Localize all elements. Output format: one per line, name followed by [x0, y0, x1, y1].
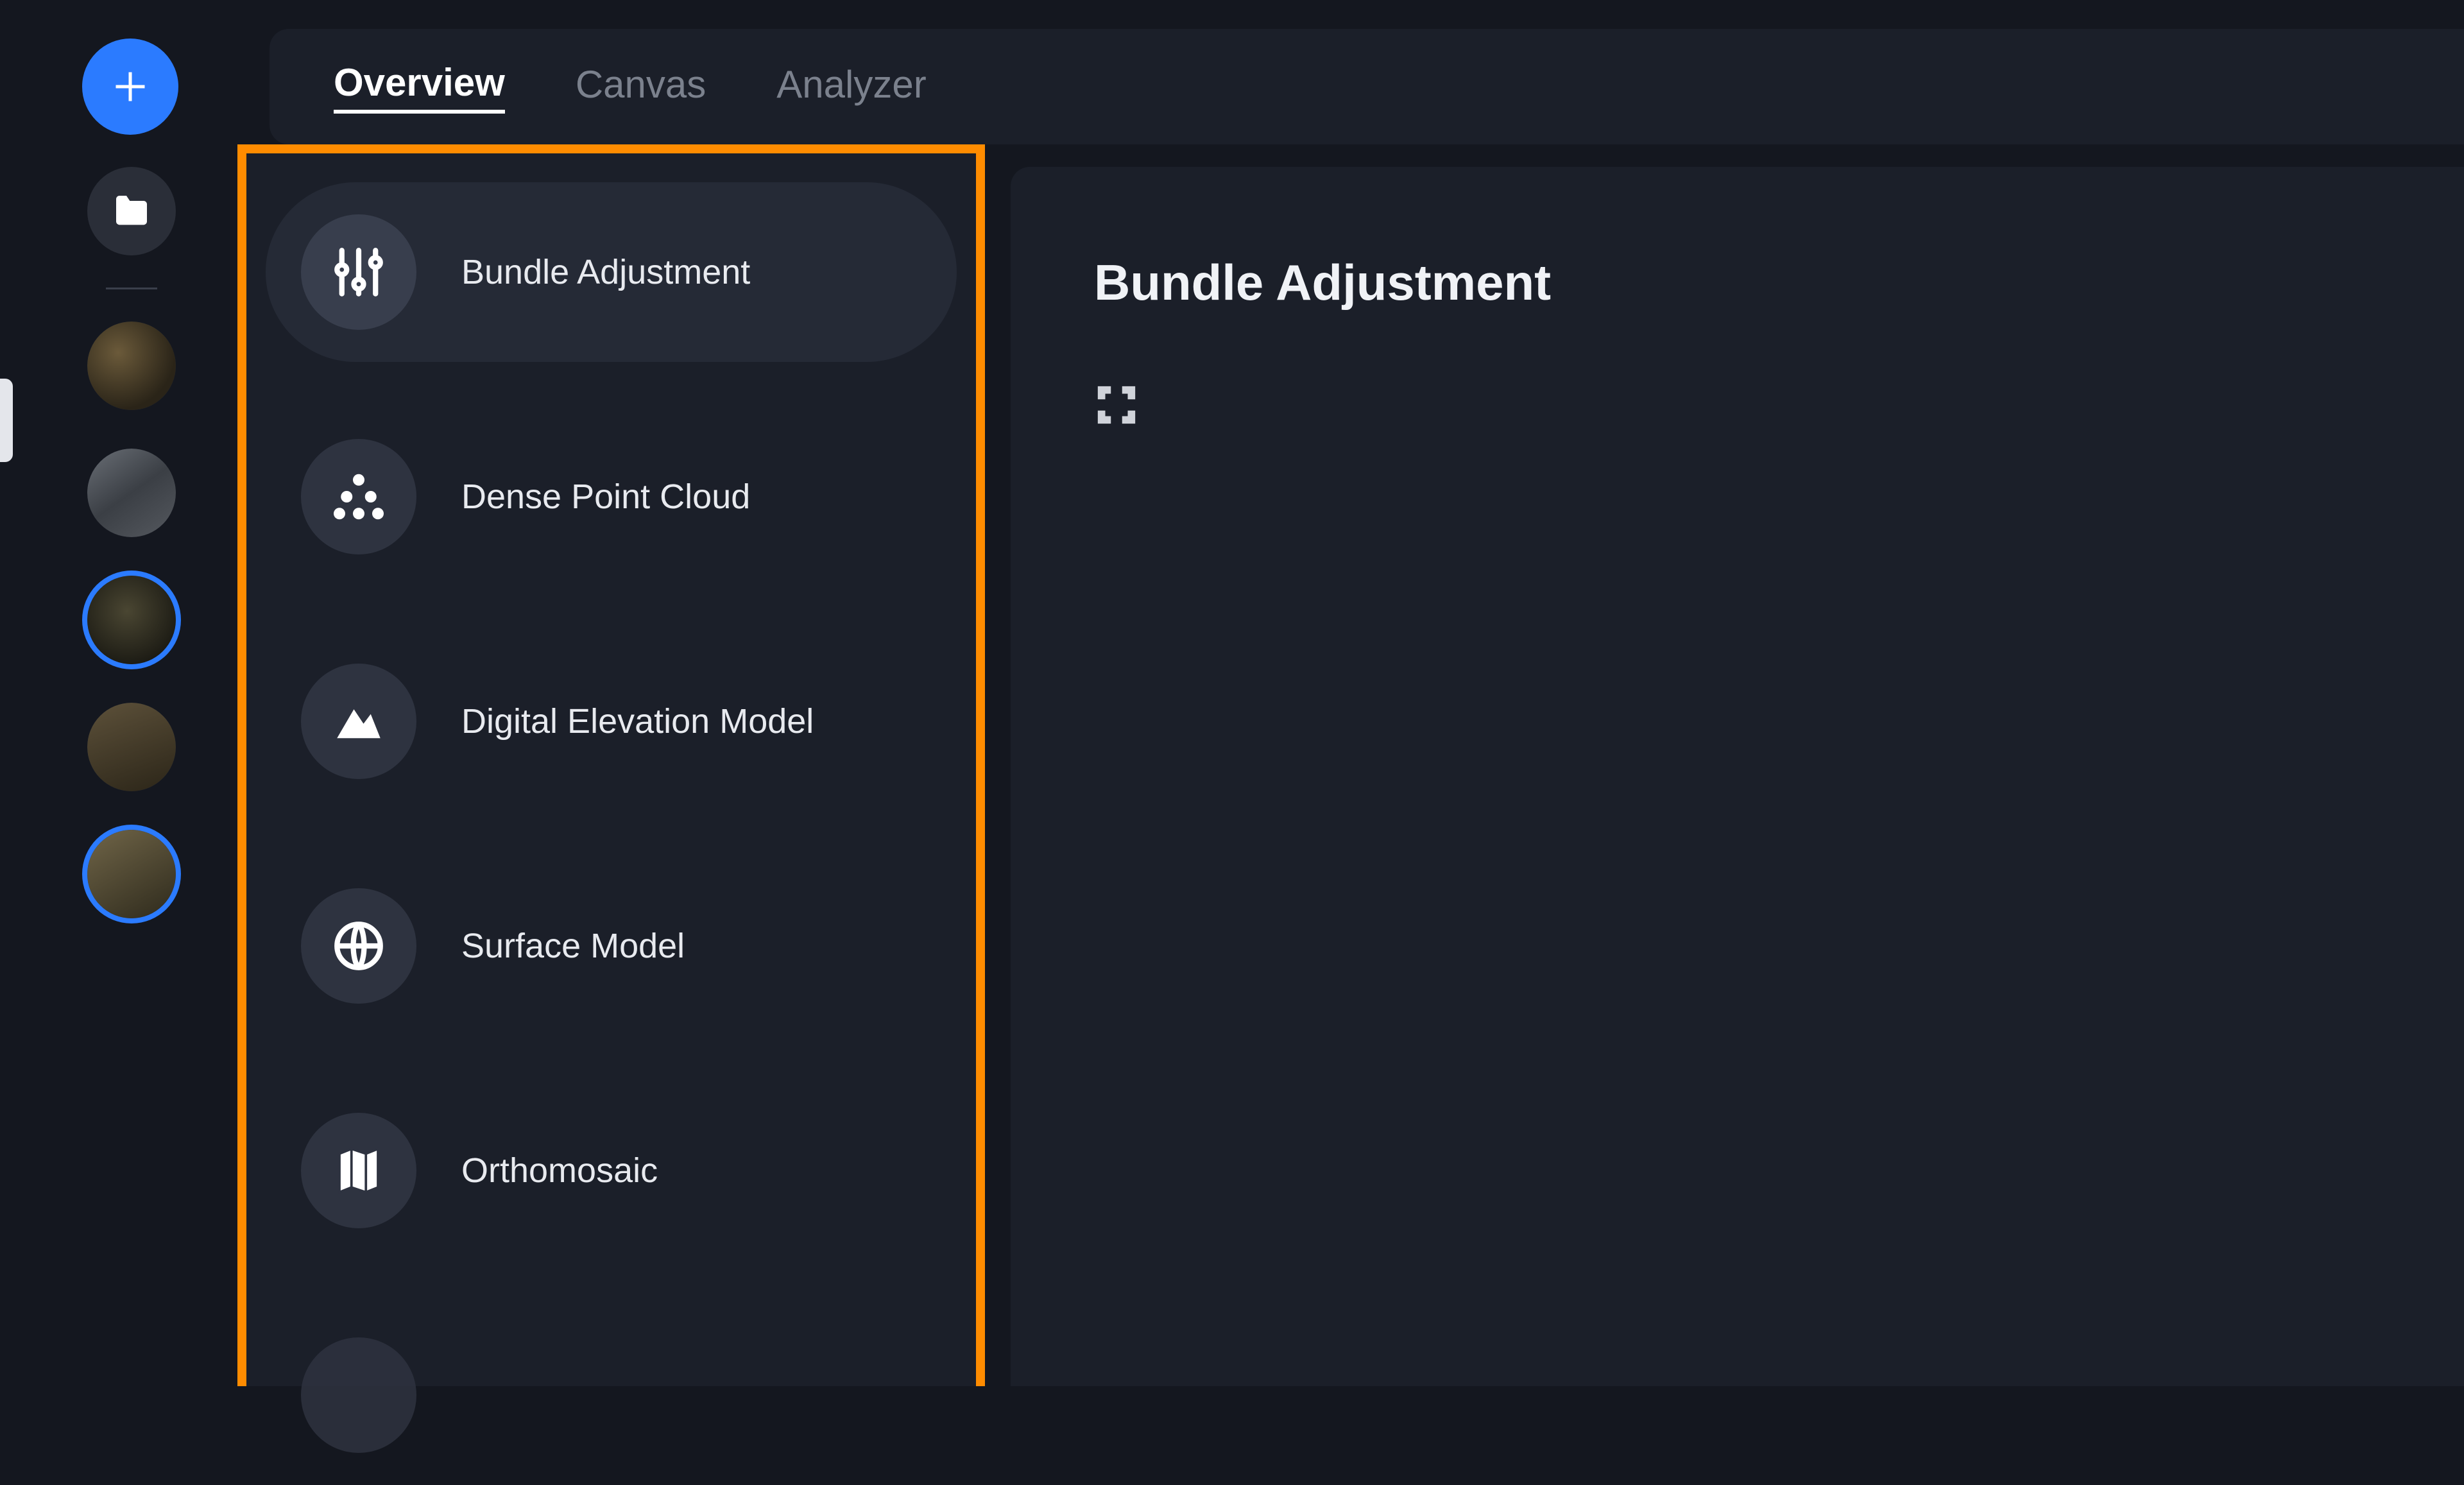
- map-icon: [301, 1113, 416, 1228]
- globe-icon: [301, 888, 416, 1004]
- thumbnail-image: [87, 322, 176, 410]
- project-thumb-3[interactable]: [87, 576, 176, 664]
- step-label: Digital Elevation Model: [461, 701, 814, 741]
- processing-steps-panel: Bundle Adjustment Dense Point Cloud Digi…: [237, 144, 985, 1386]
- rail-folder[interactable]: [87, 167, 176, 255]
- project-thumb-1[interactable]: [87, 322, 176, 410]
- step-label: Bundle Adjustment: [461, 252, 750, 292]
- main-content: Bundle Adjustment: [1011, 167, 2464, 1386]
- step-label: Orthomosaic: [461, 1151, 658, 1190]
- step-label: Dense Point Cloud: [461, 477, 750, 517]
- tab-overview[interactable]: Overview: [334, 60, 505, 114]
- plus-icon: [111, 67, 150, 106]
- step-surface-model[interactable]: Surface Model: [266, 856, 957, 1036]
- thumbnail-image: [87, 449, 176, 537]
- placeholder-icon: [301, 1337, 416, 1453]
- tab-canvas[interactable]: Canvas: [576, 62, 706, 112]
- folder-icon: [111, 191, 152, 232]
- project-thumb-2[interactable]: [87, 449, 176, 537]
- dots-icon: [301, 439, 416, 554]
- fullscreen-button[interactable]: [1094, 382, 1139, 427]
- left-edge-handle[interactable]: [0, 379, 13, 462]
- fullscreen-icon: [1094, 382, 1139, 427]
- step-orthomosaic[interactable]: Orthomosaic: [266, 1081, 957, 1260]
- step-label: Surface Model: [461, 926, 685, 966]
- rail-divider: [106, 288, 157, 289]
- left-rail: [74, 167, 189, 918]
- tab-bar: Overview Canvas Analyzer: [270, 29, 2464, 144]
- tab-analyzer[interactable]: Analyzer: [776, 62, 926, 112]
- step-digital-elevation-model[interactable]: Digital Elevation Model: [266, 631, 957, 811]
- thumbnail-image: [87, 830, 176, 918]
- mountain-icon: [301, 664, 416, 779]
- step-bundle-adjustment[interactable]: Bundle Adjustment: [266, 182, 957, 362]
- project-thumb-4[interactable]: [87, 703, 176, 791]
- page-title: Bundle Adjustment: [1094, 253, 2464, 312]
- project-thumb-5[interactable]: [87, 830, 176, 918]
- step-next-placeholder[interactable]: [266, 1305, 957, 1485]
- sliders-icon: [301, 214, 416, 330]
- thumbnail-image: [87, 703, 176, 791]
- add-button[interactable]: [82, 39, 178, 135]
- step-dense-point-cloud[interactable]: Dense Point Cloud: [266, 407, 957, 587]
- thumbnail-image: [87, 576, 176, 664]
